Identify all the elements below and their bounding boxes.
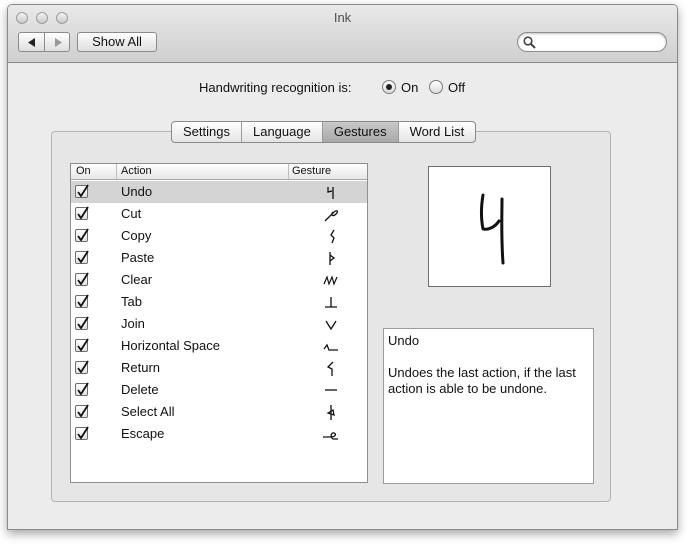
table-row[interactable]: Undo bbox=[71, 181, 367, 203]
enabled-checkbox[interactable] bbox=[75, 294, 89, 308]
checkmark-icon bbox=[77, 404, 89, 418]
radio-selected-dot bbox=[386, 84, 392, 90]
tab-gestures[interactable]: Gestures bbox=[322, 122, 399, 142]
column-header-on[interactable]: On bbox=[76, 165, 91, 177]
action-label: Cut bbox=[121, 206, 142, 221]
cut-gesture-icon bbox=[324, 210, 339, 222]
join-gesture-icon bbox=[325, 320, 337, 331]
back-button[interactable] bbox=[19, 33, 44, 51]
checkmark-icon bbox=[77, 382, 89, 396]
checkmark-icon bbox=[77, 294, 89, 308]
copy-gesture-icon bbox=[330, 229, 335, 244]
action-label: Copy bbox=[121, 228, 152, 243]
table-row[interactable]: Tab bbox=[71, 291, 367, 313]
column-header-action[interactable]: Action bbox=[121, 165, 152, 177]
action-label: Escape bbox=[121, 426, 165, 441]
search-field[interactable] bbox=[517, 32, 667, 52]
back-arrow-icon bbox=[27, 37, 35, 47]
table-row[interactable]: Delete bbox=[71, 379, 367, 401]
window-title: Ink bbox=[333, 10, 352, 25]
action-label: Clear bbox=[121, 272, 153, 287]
undo-gesture-icon bbox=[480, 193, 505, 265]
table-row[interactable]: Horizontal Space bbox=[71, 335, 367, 357]
forward-arrow-icon bbox=[54, 37, 62, 47]
tab-language[interactable]: Language bbox=[242, 122, 323, 142]
tab-gesture-icon bbox=[325, 297, 337, 308]
table-row[interactable]: Clear bbox=[71, 269, 367, 291]
enabled-checkbox[interactable] bbox=[75, 250, 89, 264]
action-label: Select All bbox=[121, 404, 175, 419]
action-label: Undo bbox=[121, 184, 153, 199]
table-row[interactable]: Join bbox=[71, 313, 367, 335]
enabled-checkbox[interactable] bbox=[75, 404, 89, 418]
select-all-gesture-icon bbox=[326, 405, 335, 420]
tab-word-list[interactable]: Word List bbox=[399, 122, 476, 142]
action-label: Tab bbox=[121, 294, 142, 309]
action-label: Return bbox=[121, 360, 161, 375]
table-row[interactable]: Select All bbox=[71, 401, 367, 423]
enabled-checkbox[interactable] bbox=[75, 206, 89, 220]
gesture-description: Undo Undoes the last action, if the last… bbox=[383, 328, 594, 484]
checkmark-icon bbox=[77, 360, 89, 374]
back-forward-control bbox=[18, 32, 70, 52]
column-divider bbox=[288, 164, 289, 179]
tab-bar: Settings Language Gestures Word List bbox=[171, 121, 477, 143]
escape-gesture-icon bbox=[323, 432, 338, 440]
enabled-checkbox[interactable] bbox=[75, 184, 89, 198]
undo-gesture-icon bbox=[327, 187, 334, 199]
column-divider bbox=[116, 164, 117, 179]
column-header-gesture[interactable]: Gesture bbox=[292, 165, 331, 177]
tab-settings[interactable]: Settings bbox=[172, 122, 242, 142]
checkmark-icon bbox=[77, 206, 89, 220]
table-row[interactable]: Escape bbox=[71, 423, 367, 445]
checkmark-icon bbox=[77, 250, 89, 264]
delete-gesture-icon bbox=[325, 389, 337, 391]
table-header: On Action Gesture bbox=[71, 164, 367, 180]
paste-gesture-icon bbox=[329, 252, 336, 265]
checkmark-icon bbox=[77, 184, 89, 198]
checkmark-icon bbox=[77, 228, 89, 242]
title-bar: Ink Show All bbox=[8, 5, 677, 63]
recognition-label: Handwriting recognition is: bbox=[199, 80, 352, 95]
table-row[interactable]: Return bbox=[71, 357, 367, 379]
table-row[interactable]: Cut bbox=[71, 203, 367, 225]
gestures-table[interactable]: On Action Gesture Undo Cut Copy Paste Clear T… bbox=[70, 163, 368, 483]
search-icon bbox=[523, 36, 536, 49]
show-all-button[interactable]: Show All bbox=[77, 32, 157, 52]
description-title: Undo bbox=[388, 333, 420, 348]
description-text: Undoes the last action, if the last acti… bbox=[388, 365, 576, 396]
action-label: Horizontal Space bbox=[121, 338, 220, 353]
action-label: Delete bbox=[121, 382, 159, 397]
recognition-on-radio[interactable] bbox=[382, 80, 396, 94]
checkmark-icon bbox=[77, 272, 89, 286]
checkmark-icon bbox=[77, 316, 89, 330]
recognition-off-label[interactable]: Off bbox=[448, 80, 465, 95]
table-row[interactable]: Paste bbox=[71, 247, 367, 269]
table-row[interactable]: Copy bbox=[71, 225, 367, 247]
action-label: Join bbox=[121, 316, 145, 331]
enabled-checkbox[interactable] bbox=[75, 316, 89, 330]
gesture-preview bbox=[428, 166, 551, 287]
enabled-checkbox[interactable] bbox=[75, 426, 89, 440]
enabled-checkbox[interactable] bbox=[75, 228, 89, 242]
clear-gesture-icon bbox=[323, 275, 338, 286]
checkmark-icon bbox=[77, 426, 89, 440]
enabled-checkbox[interactable] bbox=[75, 272, 89, 286]
enabled-checkbox[interactable] bbox=[75, 360, 89, 374]
forward-button[interactable] bbox=[45, 33, 70, 51]
recognition-on-label[interactable]: On bbox=[401, 80, 418, 95]
action-label: Paste bbox=[121, 250, 155, 265]
checkmark-icon bbox=[77, 338, 89, 352]
recognition-off-radio[interactable] bbox=[429, 80, 443, 94]
horizontal-space-gesture-icon bbox=[323, 343, 338, 351]
enabled-checkbox[interactable] bbox=[75, 382, 89, 396]
enabled-checkbox[interactable] bbox=[75, 338, 89, 352]
return-gesture-icon bbox=[326, 361, 334, 376]
